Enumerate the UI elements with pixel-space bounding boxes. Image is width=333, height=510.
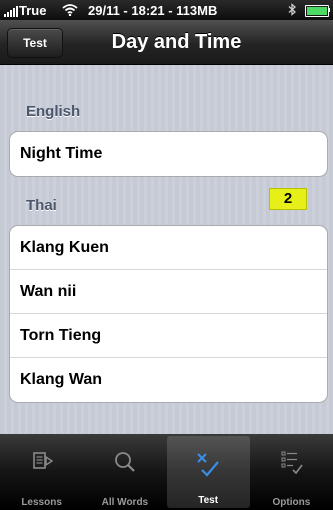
content-area: English Night Time Thai 2 Klang Kuen Wan… [0, 65, 333, 434]
list-item[interactable]: Wan nii [10, 270, 327, 314]
status-center-text: 29/11 - 18:21 - 113MB [88, 3, 218, 18]
english-group: Night Time [9, 131, 328, 177]
battery-tip [328, 8, 330, 12]
list-item[interactable]: Night Time [10, 132, 327, 176]
battery-icon [305, 5, 329, 17]
list-item[interactable]: Torn Tieng [10, 314, 327, 358]
signal-strength-icon [4, 6, 18, 17]
tab-test[interactable]: Test [166, 436, 250, 508]
tab-label: All Words [101, 497, 149, 508]
carrier-label: True [19, 3, 47, 18]
tab-label: Options [272, 497, 311, 508]
search-icon [111, 448, 139, 478]
tab-label: Test [198, 495, 219, 506]
tab-all-words[interactable]: All Words [83, 434, 166, 510]
tab-bar: Lessons All Words Test Options [0, 434, 333, 510]
list-item[interactable]: Klang Wan [10, 358, 327, 402]
thai-group: Klang Kuen Wan nii Torn Tieng Klang Wan [9, 225, 328, 403]
options-list-icon [277, 448, 305, 478]
tab-label: Lessons [21, 497, 62, 508]
tab-lessons[interactable]: Lessons [0, 434, 83, 510]
lessons-icon [28, 448, 56, 478]
section-header-thai: Thai [26, 197, 57, 214]
wifi-icon [62, 3, 78, 19]
section-header-english: English [26, 103, 81, 120]
bluetooth-icon [288, 3, 297, 19]
checkmark-icon [194, 450, 222, 480]
list-item[interactable]: Klang Kuen [10, 226, 327, 270]
navigation-bar: Test Day and Time [0, 20, 333, 65]
tab-options[interactable]: Options [250, 434, 333, 510]
page-title: Day and Time [111, 31, 242, 53]
count-badge: 2 [269, 188, 307, 210]
status-bar: True 29/11 - 18:21 - 113MB [0, 0, 333, 20]
